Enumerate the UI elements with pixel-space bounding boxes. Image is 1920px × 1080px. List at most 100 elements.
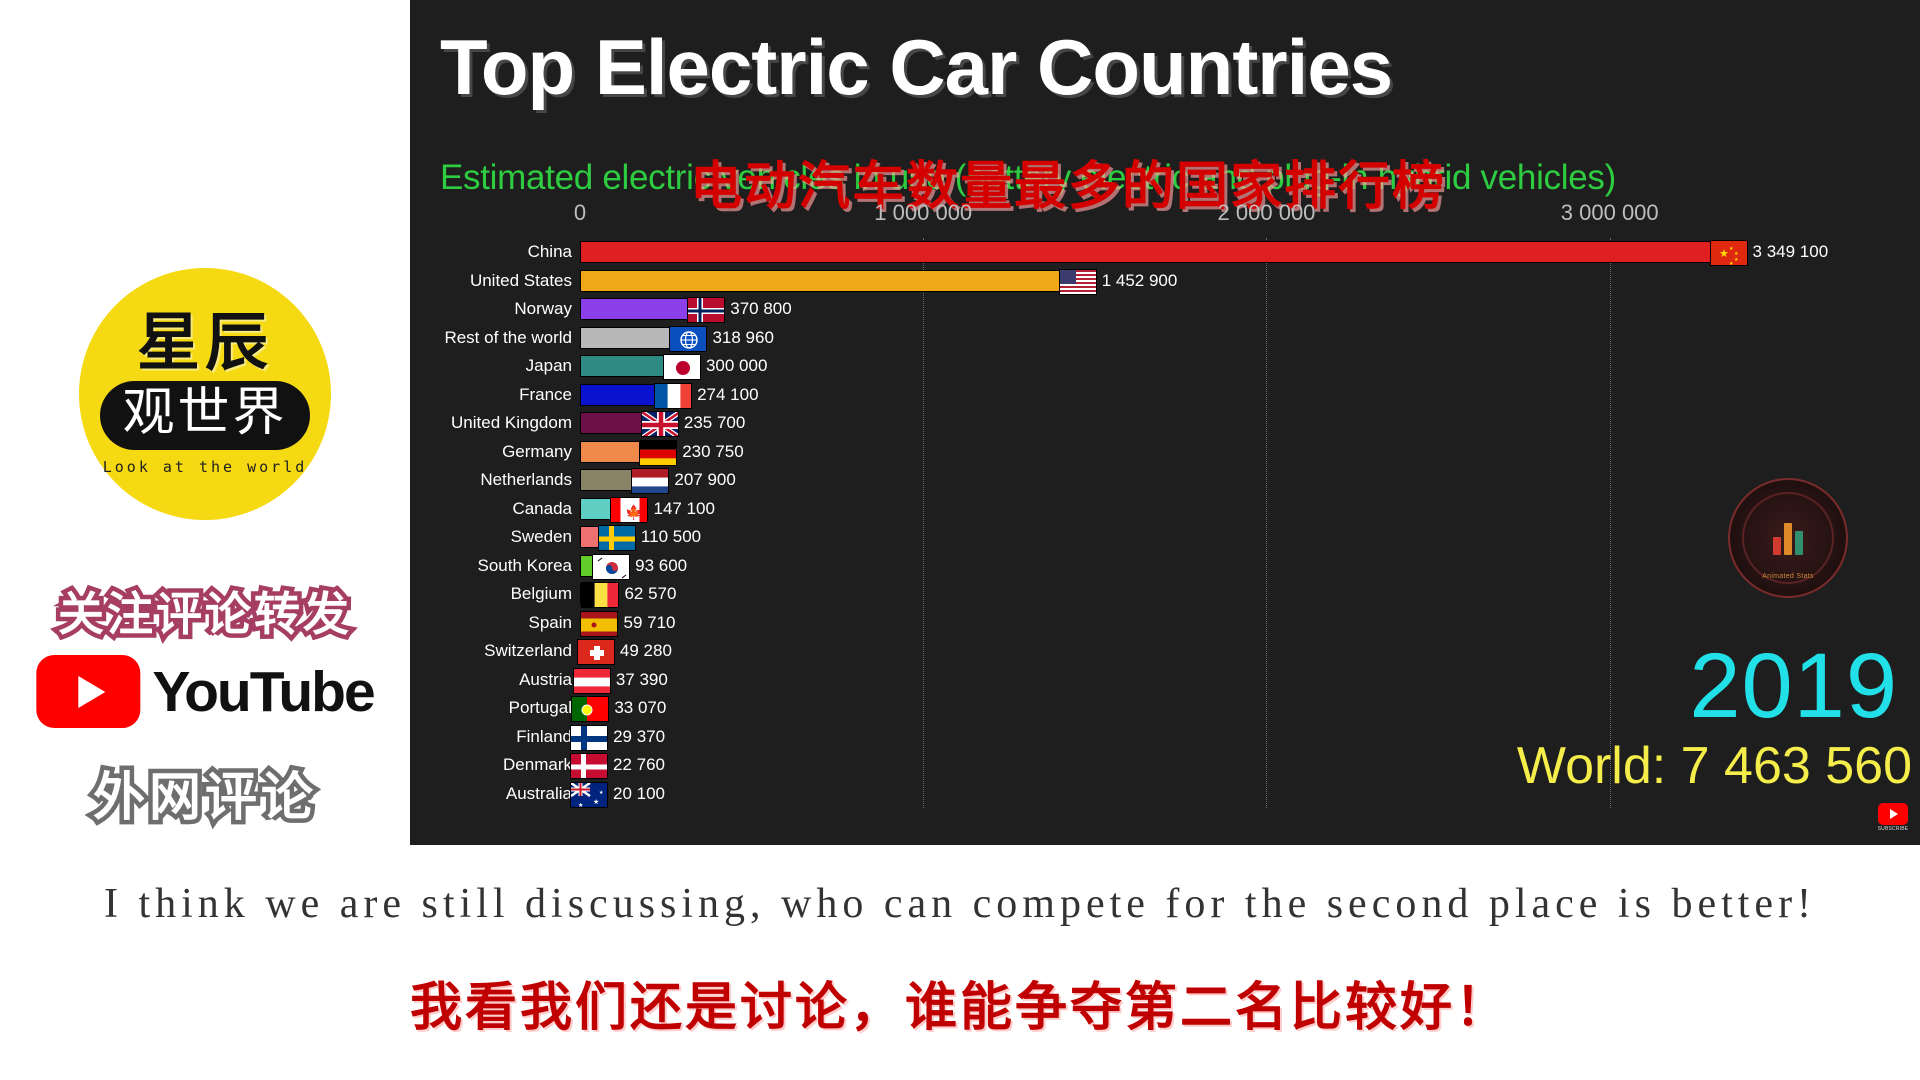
screenshot-root: 星辰 观世界 Look at the world 关注评论转发 YouTube … — [0, 0, 1920, 1080]
bar-category-label: Sweden — [510, 527, 572, 547]
bar-rect: ★ ★ ★ 20 100 — [570, 781, 665, 808]
bar-value-label: 318 960 — [712, 327, 774, 347]
watermark-caption: Animated Stats — [1762, 573, 1814, 580]
bar-value-label: 59 710 — [623, 612, 676, 632]
bar-category-label: Germany — [502, 441, 572, 461]
gridline — [923, 238, 925, 808]
bar-rect: 110 500 — [580, 525, 701, 552]
bar-value-label: 274 100 — [697, 384, 759, 404]
flag-icon — [639, 439, 678, 466]
bar-rect: 29 370 — [570, 724, 665, 751]
bar-rect: 235 700 — [580, 411, 745, 438]
bar-value-label: 93 600 — [635, 555, 688, 575]
bar-rect: 230 750 — [580, 439, 744, 466]
bar-rect: 370 800 — [580, 297, 792, 324]
bar-rect: 37 390 — [572, 667, 668, 694]
bar-rect: 318 960 — [580, 325, 774, 352]
bar-value-label: 33 070 — [614, 698, 667, 718]
bar-row: Sweden 110 500 — [511, 525, 1850, 552]
svg-text:★: ★ — [578, 802, 583, 808]
year-label: 2019 — [1689, 635, 1898, 737]
caption-chinese: 我看我们还是讨论，谁能争夺第二名比较好！ — [409, 980, 1510, 1037]
x-tick-label: 0 — [573, 200, 587, 225]
bar-category-label: France — [519, 384, 572, 404]
bar-row: Japan 300 000 — [526, 354, 1850, 381]
bar-row: Austria 37 390 — [519, 667, 1850, 694]
youtube-wordmark: YouTube — [152, 659, 375, 724]
bar-rect: 22 760 — [570, 753, 665, 780]
subscribe-button[interactable]: SUBSCRIBE — [1876, 803, 1910, 837]
bar-rect: 274 100 — [580, 382, 759, 409]
bar-category-label: Canada — [512, 498, 572, 518]
x-tick-label: 1 000 000 — [874, 200, 973, 225]
bar-value-label: 22 760 — [613, 755, 665, 775]
bar-row: Germany 230 750 — [502, 439, 1850, 466]
bar-category-label: Portugal — [508, 698, 572, 718]
bar-category-label: Finland — [516, 726, 572, 746]
bar-category-label: Norway — [514, 299, 572, 319]
bar-row: United States 1 452 900 — [470, 268, 1850, 295]
bar-rect: 93 600 — [580, 553, 687, 580]
bar-category-label: Denmark — [503, 755, 572, 775]
x-tick-label: 3 000 000 — [1560, 200, 1659, 225]
bar-rect: 33 070 — [571, 696, 666, 723]
bar-value-label: 147 100 — [653, 498, 715, 518]
branding-sidebar: 星辰 观世界 Look at the world 关注评论转发 YouTube … — [0, 0, 410, 845]
logo-pill-text: 观世界 — [122, 384, 288, 443]
svg-text:🍁: 🍁 — [625, 504, 642, 521]
bar-rect: 🍁 147 100 — [580, 496, 715, 523]
bar-value-label: 230 750 — [682, 441, 744, 461]
youtube-play-icon — [36, 655, 141, 728]
bar-value-label: 29 370 — [613, 726, 666, 746]
bar-rect: 62 570 — [580, 582, 676, 609]
flag-icon: 🍁 — [610, 496, 649, 523]
bar-category-label: Rest of the world — [444, 327, 572, 347]
bar-row: Norway 370 800 — [514, 297, 1850, 324]
bar-value-label: 370 800 — [730, 299, 792, 319]
channel-logo: 星辰 观世界 Look at the world — [79, 268, 331, 520]
bar-category-label: Japan — [525, 356, 572, 376]
bar-value-label: 49 280 — [619, 641, 672, 661]
bar-value-label: 300 000 — [705, 356, 768, 376]
subscribe-play-icon — [1878, 803, 1908, 825]
bar-row: Spain 59 710 — [529, 610, 1850, 637]
bar-category-label: Spain — [528, 612, 572, 632]
bar-row: Portugal 33 070 — [509, 696, 1850, 723]
bar-row: South Korea 93 600 — [477, 553, 1850, 580]
flag-icon — [572, 667, 611, 694]
subscribe-label: SUBSCRIBE — [1877, 826, 1909, 832]
flag-icon — [570, 753, 608, 780]
youtube-logo: YouTube — [36, 655, 376, 728]
caption-english: I think we are still discussing, who can… — [103, 881, 1817, 927]
flag-icon: ★ ★ ★ — [570, 781, 608, 808]
bar-category-label: United Kingdom — [451, 413, 572, 433]
bar-row: Canada 🍁 147 100 — [512, 496, 1850, 523]
x-axis-tick-labels: 0 1 000 000 2 000 000 3 000 000 — [574, 200, 1850, 230]
bar-rect: ★ ★ ★ ★ ★ 3 349 100 — [580, 240, 1828, 267]
bar-row: France 274 100 — [519, 382, 1850, 409]
flag-icon — [1058, 268, 1097, 295]
flag-icon — [597, 525, 636, 552]
svg-text:★: ★ — [1734, 257, 1739, 263]
logo-pill: 观世界 — [100, 381, 310, 450]
world-total-label: World: 7 463 560 — [1516, 737, 1912, 795]
bar-category-label: United States — [469, 270, 572, 290]
animated-stats-watermark: Animated Stats — [1728, 478, 1848, 598]
gridline — [1266, 238, 1268, 808]
bar-row: Netherlands 207 900 — [480, 468, 1850, 495]
chart-title: Top Electric Car Countries — [440, 23, 1393, 111]
bar-category-label: Switzerland — [484, 641, 572, 661]
bar-rect: 49 280 — [576, 639, 672, 666]
bar-category-label: Australia — [505, 783, 572, 803]
flag-icon — [571, 696, 610, 723]
bar-category-label: China — [527, 242, 572, 262]
flag-icon — [570, 724, 609, 751]
bar-value-label: 62 570 — [624, 584, 677, 604]
flag-icon: ★ ★ ★ ★ ★ — [1709, 240, 1748, 267]
gridline — [1609, 238, 1611, 808]
svg-text:★: ★ — [593, 798, 599, 806]
flag-icon — [631, 468, 670, 495]
bar-row: Belgium 62 570 — [511, 582, 1850, 609]
flag-icon — [640, 411, 679, 438]
bar-value-label: 1 452 900 — [1101, 270, 1178, 290]
